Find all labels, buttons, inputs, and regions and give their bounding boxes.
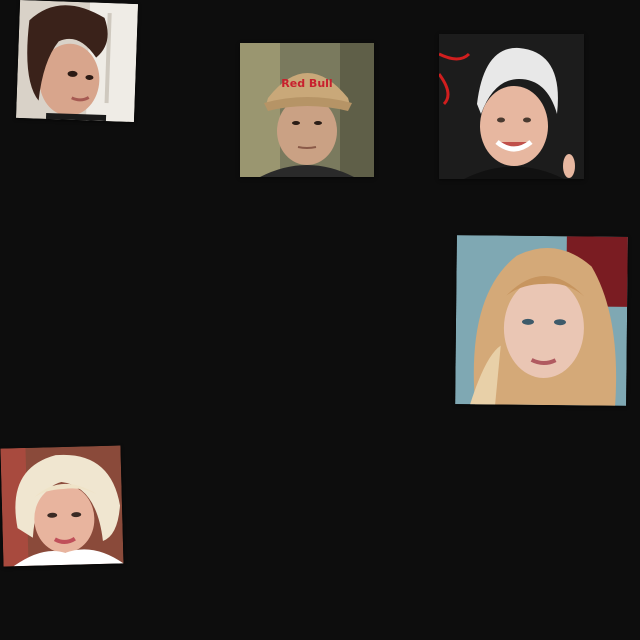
photo-canvas: Red Bull	[0, 0, 640, 640]
portrait-photo-2[interactable]: Red Bull	[240, 43, 374, 177]
portrait-image-white-hair-woman	[439, 34, 584, 179]
portrait-photo-5[interactable]	[0, 445, 124, 567]
svg-text:Red Bull: Red Bull	[281, 77, 332, 90]
portrait-image-platinum-hair-woman	[0, 445, 124, 567]
portrait-photo-1[interactable]	[15, 0, 139, 123]
portrait-image-blonde-woman	[455, 235, 628, 406]
portrait-photo-3[interactable]	[439, 34, 584, 179]
portrait-image-dark-hair-woman	[15, 0, 139, 123]
portrait-image-man-cap: Red Bull	[240, 43, 374, 177]
portrait-photo-4[interactable]	[455, 235, 628, 406]
